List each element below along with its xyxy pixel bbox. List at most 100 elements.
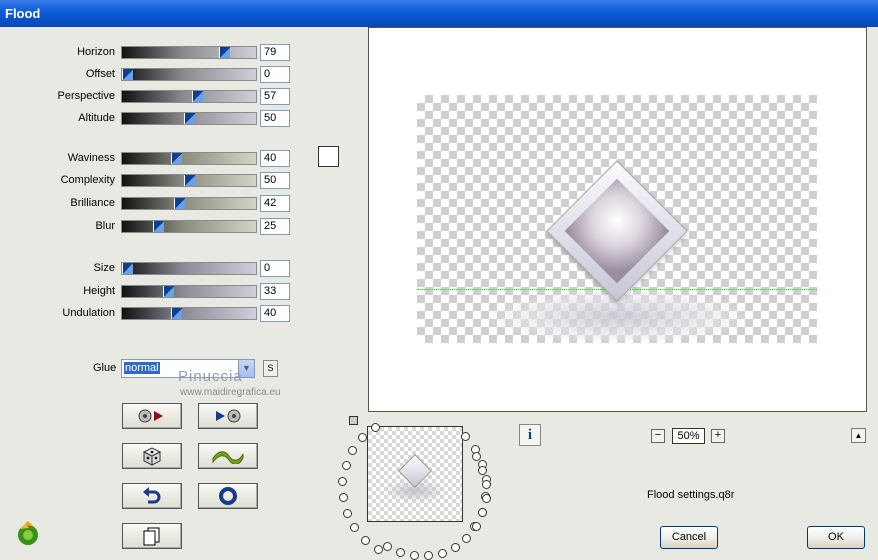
slider-thumb-waviness[interactable] xyxy=(171,153,182,164)
slider-label-waviness: Waviness xyxy=(67,152,115,164)
navigator-dot xyxy=(341,460,351,470)
reset-circle-icon xyxy=(219,487,237,505)
slider-thumb-horizon[interactable] xyxy=(219,47,230,58)
slider-horizon[interactable] xyxy=(121,46,257,59)
glue-label: Glue xyxy=(93,362,117,374)
undo-button[interactable] xyxy=(122,483,182,509)
slider-value-height[interactable]: 33 xyxy=(260,283,290,300)
glue-value: normal xyxy=(124,362,160,374)
watermark-name: Pinuccia xyxy=(178,368,243,385)
glue-s-button[interactable]: S xyxy=(263,360,278,377)
slider-offset[interactable] xyxy=(121,68,257,81)
settings-filename: Flood settings.q8r xyxy=(647,489,735,501)
slider-undulation[interactable] xyxy=(121,307,257,320)
play-forward-button[interactable] xyxy=(198,403,258,429)
slider-height[interactable] xyxy=(121,285,257,298)
copy-button[interactable] xyxy=(122,523,182,549)
undo-icon xyxy=(143,487,161,504)
navigator-dot xyxy=(383,542,392,551)
slider-thumb-undulation[interactable] xyxy=(171,308,182,319)
slider-thumb-complexity[interactable] xyxy=(184,175,195,186)
window-title: Flood xyxy=(5,6,41,21)
ok-button[interactable]: OK xyxy=(807,526,865,549)
slider-thumb-height[interactable] xyxy=(163,286,174,297)
slider-value-brilliance[interactable]: 42 xyxy=(260,195,290,212)
navigator-dot xyxy=(478,508,487,517)
film-backward-icon xyxy=(138,409,163,423)
wave-button[interactable] xyxy=(198,443,258,469)
slider-label-offset: Offset xyxy=(85,68,115,80)
slider-thumb-altitude[interactable] xyxy=(184,113,195,124)
info-icon[interactable]: i xyxy=(519,424,541,446)
slider-brilliance[interactable] xyxy=(121,197,257,210)
slider-thumb-offset[interactable] xyxy=(122,69,133,80)
slider-label-horizon: Horizon xyxy=(77,46,115,58)
play-backward-button[interactable] xyxy=(122,403,182,429)
slider-waviness[interactable] xyxy=(121,152,257,165)
navigator-handle[interactable] xyxy=(349,416,358,425)
slider-label-perspective: Perspective xyxy=(57,90,115,102)
dice-icon xyxy=(142,447,162,466)
reset-button[interactable] xyxy=(198,483,258,509)
randomize-button[interactable] xyxy=(122,443,182,469)
title-bar: Flood xyxy=(0,0,878,27)
zoom-out-button[interactable]: − xyxy=(651,429,665,443)
navigator-dot xyxy=(472,452,481,461)
watermark-url: www.maidiregrafica.eu xyxy=(180,387,281,398)
slider-thumb-brilliance[interactable] xyxy=(174,198,185,209)
slider-altitude[interactable] xyxy=(121,112,257,125)
slider-complexity[interactable] xyxy=(121,174,257,187)
slider-value-perspective[interactable]: 57 xyxy=(260,88,290,105)
navigator-dot xyxy=(482,480,491,489)
navigator-dot xyxy=(460,432,470,442)
slider-perspective[interactable] xyxy=(121,90,257,103)
slider-label-undulation: Undulation xyxy=(62,307,115,319)
slider-label-blur: Blur xyxy=(95,220,115,232)
cancel-button[interactable]: Cancel xyxy=(660,526,718,549)
slider-blur[interactable] xyxy=(121,220,257,233)
slider-value-complexity[interactable]: 50 xyxy=(260,172,290,189)
copy-pages-icon xyxy=(143,527,160,546)
navigator-dot xyxy=(472,522,481,531)
slider-label-size: Size xyxy=(93,262,115,274)
expand-up-button[interactable]: ▲ xyxy=(851,428,866,443)
navigator-dot xyxy=(410,551,419,560)
film-forward-icon xyxy=(216,409,241,423)
navigator-dot xyxy=(350,523,360,533)
slider-value-blur[interactable]: 25 xyxy=(260,218,290,235)
navigator-dot xyxy=(370,422,380,432)
slider-label-complexity: Complexity xyxy=(60,174,115,186)
navigator-dot xyxy=(360,535,370,545)
navigator-dot xyxy=(462,534,471,543)
navigator-dot xyxy=(451,543,460,552)
navigator-dot xyxy=(438,549,447,558)
navigator-dot xyxy=(338,493,348,503)
slider-thumb-blur[interactable] xyxy=(153,221,164,232)
slider-thumb-perspective[interactable] xyxy=(192,91,203,102)
slider-size[interactable] xyxy=(121,262,257,275)
navigator-dot xyxy=(396,548,405,557)
slider-value-altitude[interactable]: 50 xyxy=(260,110,290,127)
slider-value-size[interactable]: 0 xyxy=(260,260,290,277)
wave-icon xyxy=(212,451,244,464)
slider-label-altitude: Altitude xyxy=(78,112,115,124)
slider-value-horizon[interactable]: 79 xyxy=(260,44,290,61)
slider-thumb-size[interactable] xyxy=(122,263,133,274)
slider-label-height: Height xyxy=(83,285,115,297)
zoom-in-button[interactable]: + xyxy=(711,429,725,443)
navigator-dot xyxy=(338,476,348,486)
navigator-dot xyxy=(424,551,433,560)
color-swatch[interactable] xyxy=(318,146,339,167)
slider-value-offset[interactable]: 0 xyxy=(260,66,290,83)
navigator-dot xyxy=(478,466,487,475)
navigator-dot xyxy=(342,508,352,518)
app-logo-icon xyxy=(18,521,38,545)
preview-panel[interactable] xyxy=(368,27,867,412)
navigator-dot xyxy=(358,432,368,442)
slider-value-waviness[interactable]: 40 xyxy=(260,150,290,167)
slider-value-undulation[interactable]: 40 xyxy=(260,305,290,322)
navigator-dot xyxy=(374,545,383,555)
navigator-dot xyxy=(482,494,491,503)
slider-label-brilliance: Brilliance xyxy=(70,197,115,209)
navigator-thumbnail[interactable] xyxy=(367,426,463,522)
